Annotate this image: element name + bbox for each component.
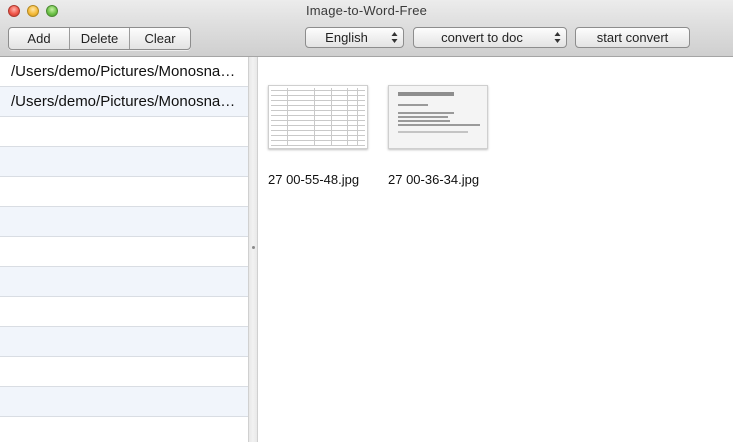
file-path: /Users/demo/Pictures/Monosnap/... [11,63,239,80]
document-thumbnail-image [388,85,488,149]
empty-row [0,417,248,442]
empty-row [0,267,248,297]
empty-row [0,357,248,387]
empty-row [0,207,248,237]
format-select[interactable]: convert to doc [413,27,567,48]
thumbnail-caption: 27 00-36-34.jpg [388,172,480,187]
file-row[interactable]: /Users/demo/Pictures/Monosnap/... [0,87,248,117]
empty-row [0,147,248,177]
start-convert-button[interactable]: start convert [575,27,690,48]
empty-row [0,117,248,147]
add-button[interactable]: Add [9,28,69,49]
file-row[interactable]: /Users/demo/Pictures/Monosnap/... [0,57,248,87]
empty-row [0,177,248,207]
empty-row [0,387,248,417]
file-list[interactable]: /Users/demo/Pictures/Monosnap/... /Users… [0,57,248,442]
empty-row [0,297,248,327]
divider-grip-icon[interactable] [252,246,255,249]
file-actions-segmented: Add Delete Clear [8,27,191,50]
updown-arrows-icon [554,32,561,43]
title-toolbar: Image-to-Word-Free Add Delete Clear Engl… [0,0,733,57]
empty-row [0,327,248,357]
language-select-value: English [325,30,368,45]
thumbnail-item[interactable]: 27 00-55-48.jpg [268,85,370,187]
window-title: Image-to-Word-Free [305,3,428,18]
file-path: /Users/demo/Pictures/Monosnap/... [11,93,239,110]
language-select[interactable]: English [305,27,404,48]
spreadsheet-thumbnail-image [268,85,368,149]
updown-arrows-icon [391,32,398,43]
thumbnail-item[interactable]: 27 00-36-34.jpg [388,85,490,187]
delete-button[interactable]: Delete [69,28,129,49]
thumbnail-caption: 27 00-55-48.jpg [268,172,360,187]
clear-button[interactable]: Clear [129,28,190,49]
thumbnail-preview-area: 27 00-55-48.jpg 27 00-36-34.jpg [258,57,733,442]
split-divider[interactable] [248,57,258,442]
empty-row [0,237,248,267]
app-window: Image-to-Word-Free Add Delete Clear Engl… [0,0,733,442]
format-select-value: convert to doc [441,30,523,45]
